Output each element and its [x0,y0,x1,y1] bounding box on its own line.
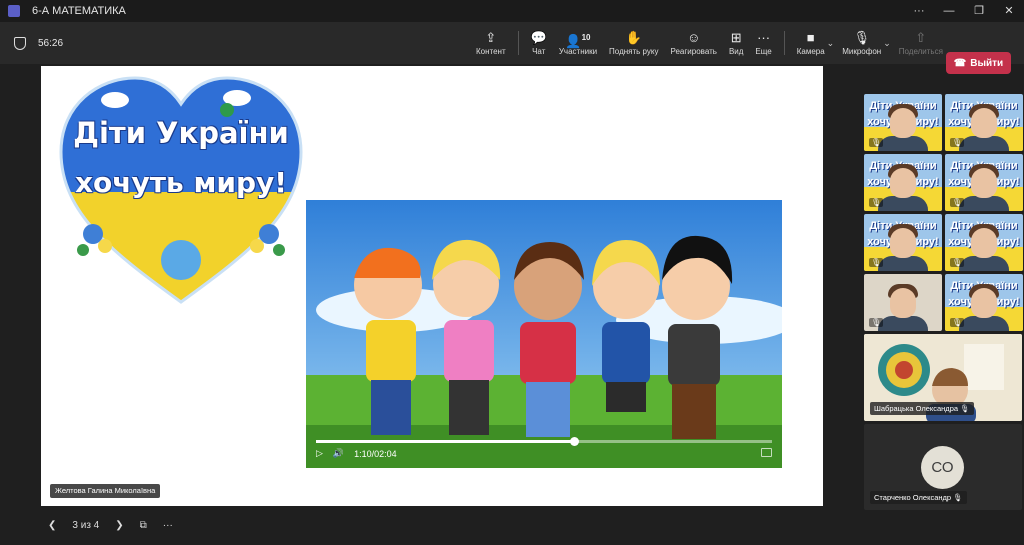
participant-tile-no-video[interactable]: СО Старченко Олександр 🎙 [864,424,1022,510]
minimize-icon[interactable]: — [934,0,964,22]
video-player[interactable]: ▷ 🔊 1:10/02:04 [306,200,782,468]
heart-title-line1: Діти України [73,116,289,150]
view-icon: ⊞ [730,30,742,45]
mic-off-icon: 🎙 [869,138,884,147]
play-icon[interactable]: ▷ [316,448,323,459]
mic-off-icon: 🎙 [950,318,965,327]
window-title: 6-А МАТЕМАТИКА [32,5,126,17]
participant-face [971,228,997,258]
participant-body [959,256,1009,271]
peace-heart-image: Діти України хочуть миру! [55,74,307,306]
participant-tile-featured[interactable]: Шабрацька Олександра 🎙 [864,334,1022,421]
leave-button[interactable]: ☎ Выйти [946,52,1011,74]
view-button[interactable]: ⊞ Вид [723,22,749,64]
content-button[interactable]: ⇪ Контент [470,22,512,64]
participants-count: 10 [581,33,591,42]
mic-off-icon: 🎙 [869,198,884,207]
participant-face [971,168,997,198]
participant-tile[interactable]: Діти України хочуть миру! 🎙 [864,94,942,151]
participant-tile[interactable]: Діти України хочуть миру! 🎙 [945,214,1023,271]
mic-off-icon: 🎙 [950,138,965,147]
chat-icon: 💬 [530,30,547,45]
slide-navigation: ❮ 3 из 4 ❯ ⧉ ··· [48,516,189,534]
meeting-controls: ⇪ Контент 💬 Чат 👤10 Участники ✋ Поднять … [470,22,949,64]
teams-logo-icon [8,5,20,17]
participant-tile[interactable]: 🎙 [864,274,942,331]
shared-slide: Діти України хочуть миру! ▷ 🔊 1:10/02:04 [41,66,823,506]
toolbar-divider [517,31,519,55]
mic-off-icon: 🎙 [869,258,884,267]
video-frame-cartoon-kids [306,200,782,468]
camera-icon: ■ [806,30,815,45]
avatar: СО [921,446,964,489]
meeting-toolbar: 56:26 ⇪ Контент 💬 Чат 👤10 Участники ✋ По… [0,22,1024,74]
share-screen-icon: ⇪ [485,30,497,45]
raise-hand-icon: ✋ [625,30,642,45]
slide-position: 3 из 4 [72,519,100,531]
more-icon: ··· [757,30,771,45]
participant-face [890,228,916,258]
participant-body [878,256,928,271]
share-button[interactable]: ⇧ Поделиться [893,22,949,64]
slide-more-icon[interactable]: ··· [163,520,173,531]
meeting-timer: 56:26 [38,37,64,49]
phone-hangup-icon: ☎ [953,57,967,69]
participant-body [959,316,1009,331]
participant-body [878,136,928,151]
title-bar: 6-А МАТЕМАТИКА ··· — ❐ ✕ [0,0,1024,22]
video-time: 1:10/02:04 [354,448,397,459]
participant-tile[interactable]: Діти України хочуть миру! 🎙 [864,214,942,271]
presenter-name-badge: Желтова Галина Миколаївна [50,484,161,498]
close-icon[interactable]: ✕ [994,0,1024,22]
participant-tile[interactable]: Діти України хочуть миру! 🎙 [864,154,942,211]
participant-face [971,108,997,138]
participant-body [959,136,1009,151]
participant-face [890,288,916,318]
participant-body [878,316,928,331]
video-fullscreen-icon[interactable] [761,448,772,457]
participant-body [959,196,1009,211]
participant-face [890,108,916,138]
chat-button[interactable]: 💬 Чат [525,22,553,64]
mic-off-icon: 🎙 [869,318,884,327]
slide-grid-icon[interactable]: ⧉ [140,520,147,531]
heart-title-line2: хочуть миру! [74,166,288,199]
mic-off-icon: 🎙 [960,404,970,413]
previous-slide-chevron-icon[interactable]: ❮ [48,520,56,531]
video-progress-knob[interactable] [569,437,579,446]
window-more-icon[interactable]: ··· [904,0,934,22]
camera-button[interactable]: ■ Камера [791,22,831,64]
microphone-button[interactable]: 🎙 Микрофон [836,22,887,64]
maximize-icon[interactable]: ❐ [964,0,994,22]
volume-icon[interactable]: 🔊 [333,448,344,459]
shield-icon [14,36,26,50]
mic-off-icon: 🎙 [950,258,965,267]
react-icon: ☺ [687,30,701,45]
raise-hand-button[interactable]: ✋ Поднять руку [603,22,664,64]
microphone-off-icon: 🎙 [853,30,870,45]
participant-name-badge: Старченко Олександр 🎙 [870,491,967,504]
window-controls: ··· — ❐ ✕ [904,0,1024,22]
video-controls: ▷ 🔊 1:10/02:04 [316,448,407,459]
video-progress-bar[interactable] [316,437,772,446]
participant-tile[interactable]: Діти України хочуть миру! 🎙 [945,94,1023,151]
participant-face [971,288,997,318]
mic-off-icon: 🎙 [950,198,965,207]
participants-icon: 👤10 [565,33,591,49]
more-button[interactable]: ··· Еще [749,22,777,64]
participant-tile[interactable]: Діти України хочуть миру! 🎙 [945,154,1023,211]
participant-tile[interactable]: Діти України хочуть миру! 🎙 [945,274,1023,331]
share-icon: ⇧ [915,30,927,45]
toolbar-divider [783,31,785,55]
mic-off-icon: 🎙 [953,493,963,502]
participants-button[interactable]: 👤10 Участники [553,22,603,64]
video-progress-fill [316,440,574,443]
participant-face [890,168,916,198]
participant-body [878,196,928,211]
participant-name-badge: Шабрацька Олександра 🎙 [870,402,974,415]
react-button[interactable]: ☺ Реагировать [665,22,723,64]
next-slide-chevron-icon[interactable]: ❯ [115,520,123,531]
